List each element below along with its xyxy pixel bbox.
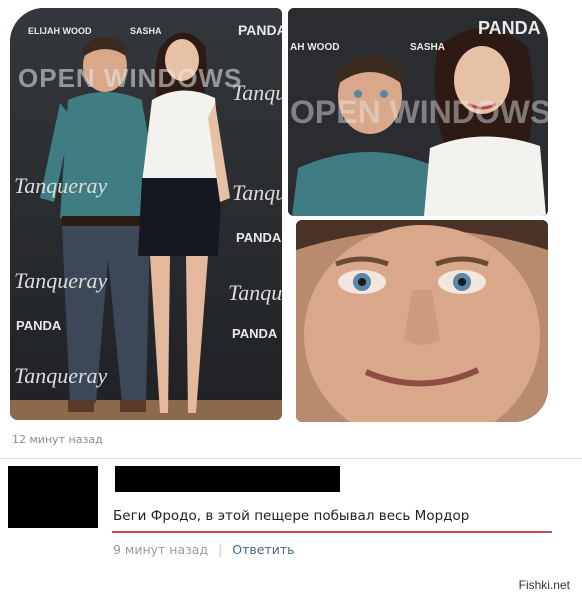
comment-text: Беги Фродо, в этой пещере побывал весь М… — [113, 508, 470, 524]
backdrop-script-4: Tanqueray — [14, 173, 108, 198]
backdrop-brand-4: PANDA — [16, 318, 62, 333]
backdrop-script-3: Tanqueray — [228, 280, 282, 305]
backdrop-brand: PANDA — [238, 22, 282, 38]
backdrop-title: OPEN WINDOWS — [18, 63, 243, 93]
photo-bottom-right[interactable] — [296, 220, 548, 422]
tr-backdrop-brand: PANDA — [478, 18, 541, 38]
backdrop-script-5: Tanqueray — [14, 268, 108, 293]
comment-timestamp: 9 минут назад — [113, 542, 209, 557]
backdrop-script-1: Tanqueray — [232, 80, 282, 105]
photo-collage: ELIJAH WOOD SASHA PANDA OPEN WINDOWS Tan… — [0, 0, 582, 446]
photo-top-right[interactable]: AH WOOD SASHA PANDA OPEN WINDOWS — [288, 8, 548, 216]
post-timestamp: 12 минут назад — [12, 433, 103, 446]
photo-left[interactable]: ELIJAH WOOD SASHA PANDA OPEN WINDOWS Tan… — [10, 8, 282, 420]
comment-underline — [112, 531, 552, 533]
backdrop-name-2: SASHA — [130, 26, 162, 36]
commenter-name-redacted[interactable] — [115, 466, 340, 492]
backdrop-name-1: ELIJAH WOOD — [28, 26, 92, 36]
reply-link[interactable]: Ответить — [232, 542, 294, 557]
backdrop-script-6: Tanqueray — [14, 363, 108, 388]
backdrop-script-2: Tanqueray — [232, 180, 282, 205]
tr-backdrop-name-2: SASHA — [410, 42, 446, 53]
backdrop-brand-3: PANDA — [232, 326, 278, 341]
commenter-avatar[interactable] — [8, 466, 98, 528]
tr-backdrop-name-1: AH WOOD — [290, 42, 340, 53]
comment-meta: 9 минут назад | Ответить — [113, 542, 295, 557]
watermark: Fishki.net — [518, 578, 570, 592]
photo-bottom-right-image — [296, 220, 548, 422]
backdrop-brand-2: PANDA — [236, 230, 282, 245]
meta-separator: | — [218, 542, 223, 557]
divider — [0, 458, 582, 459]
tr-backdrop-title: OPEN WINDOWS — [290, 94, 548, 130]
